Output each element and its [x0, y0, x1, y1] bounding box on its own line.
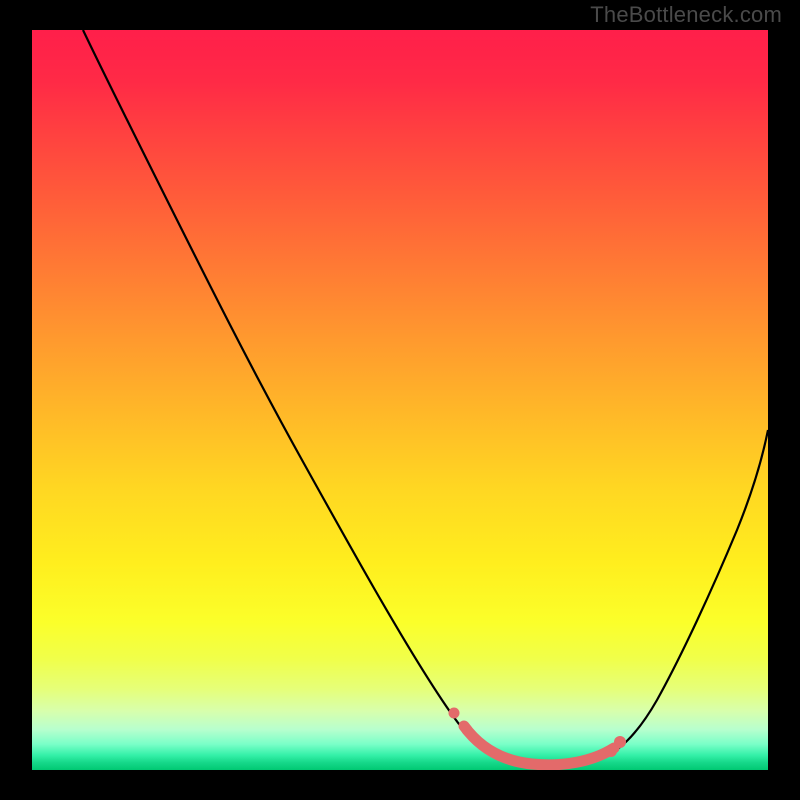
curve-layer	[32, 30, 768, 770]
bottleneck-curve	[83, 30, 768, 768]
sweet-spot-highlight	[449, 708, 627, 765]
plot-area	[32, 30, 768, 770]
watermark-text: TheBottleneck.com	[590, 2, 782, 28]
chart-frame: TheBottleneck.com	[0, 0, 800, 800]
